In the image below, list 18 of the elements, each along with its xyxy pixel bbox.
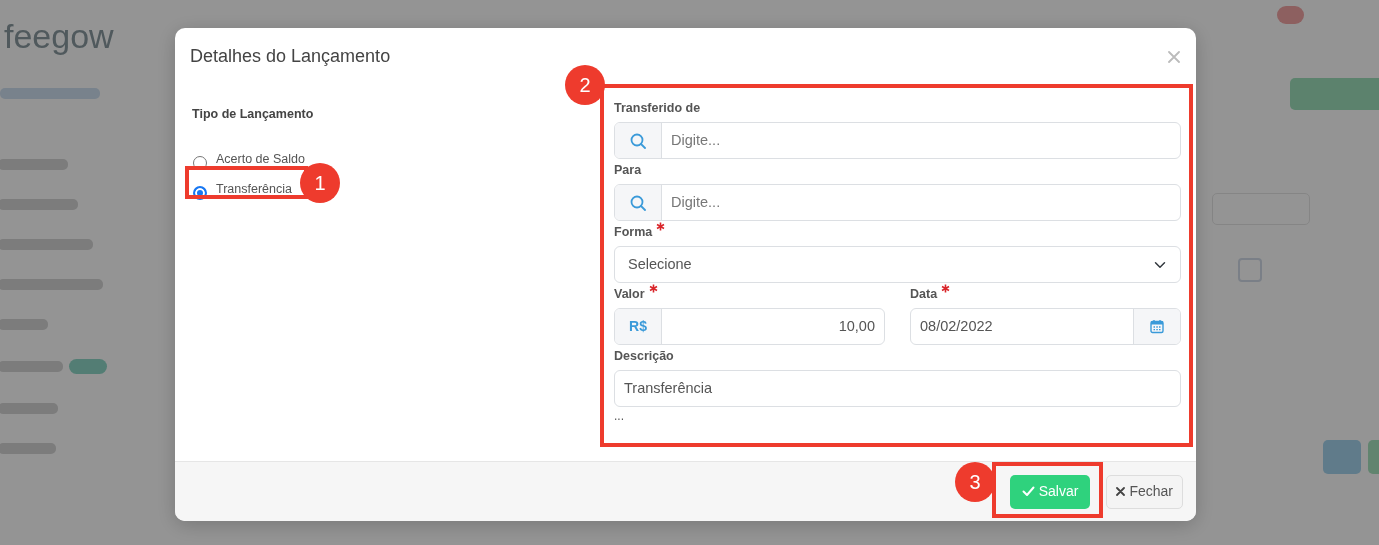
field-label: Valor: [614, 286, 645, 302]
field-label: Para: [614, 162, 642, 178]
close-button[interactable]: Fechar: [1106, 474, 1183, 509]
field-label: Transferido de: [614, 100, 701, 116]
date-field[interactable]: 08/02/2022: [910, 308, 1181, 345]
select-field[interactable]: Selecione: [614, 246, 1181, 283]
field-label: Forma: [614, 224, 653, 240]
date-input[interactable]: 08/02/2022: [911, 309, 1133, 344]
field-label: Tipo de Lançamento: [192, 106, 315, 123]
amount-input[interactable]: 10,00: [662, 309, 884, 344]
dialog-title: Detalhes do Lançamento: [190, 45, 391, 68]
field-label: Data: [910, 286, 938, 302]
currency-prefix: R$: [629, 317, 647, 336]
field-label: Descrição: [614, 348, 674, 364]
radio-label[interactable]: Transferência: [216, 179, 292, 199]
text-field[interactable]: Transferência: [615, 371, 1180, 406]
amount-field[interactable]: R$ 10,00: [614, 308, 885, 345]
ellipsis-text: ...: [614, 410, 625, 423]
